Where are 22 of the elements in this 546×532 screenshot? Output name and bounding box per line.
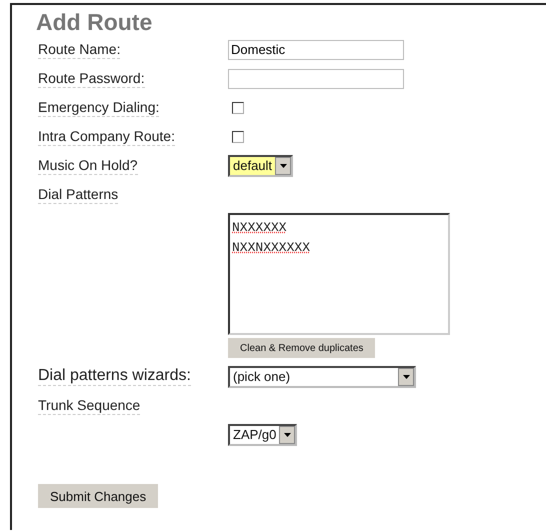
text-field[interactable]: Domestic — [228, 40, 404, 60]
dropdown-arrow-icon — [280, 164, 287, 168]
field-label: Music On Hold? — [38, 156, 138, 175]
field-label: Dial Patterns — [38, 185, 118, 204]
field-label: Trunk Sequence — [38, 396, 140, 415]
dropdown[interactable]: default — [228, 154, 294, 176]
field-label: Route Name: — [38, 40, 120, 59]
submit-button[interactable]: Submit Changes — [38, 484, 158, 508]
dropdown[interactable]: ZAP/g0 — [228, 424, 298, 446]
text-field[interactable] — [228, 68, 404, 88]
clean-button[interactable]: Clean & Remove duplicates — [228, 338, 376, 358]
checkbox[interactable] — [232, 130, 244, 142]
dropdown-arrow-icon — [402, 374, 410, 378]
page-title: Add Route — [36, 9, 154, 35]
field-label: Emergency Dialing: — [38, 98, 160, 117]
dial-patterns-field[interactable]: NXXXXXX NXXNXXXXXX — [228, 213, 450, 335]
checkbox[interactable] — [232, 102, 244, 114]
dropdown-arrow-icon — [284, 433, 291, 437]
field-label: Route Password: — [38, 69, 145, 88]
dropdown[interactable]: (pick one) — [228, 366, 416, 388]
field-label: Dial patterns wizards: — [38, 367, 191, 386]
field-label: Intra Company Route: — [38, 127, 175, 146]
